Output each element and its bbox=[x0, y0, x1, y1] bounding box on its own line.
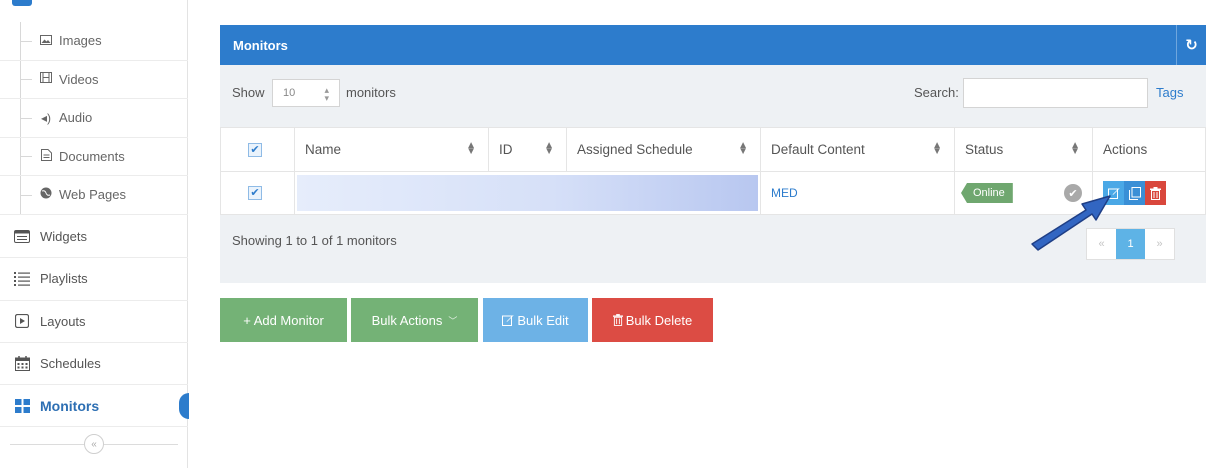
select-arrows-icon: ▴ ▾ bbox=[324, 85, 329, 103]
tags-link[interactable]: Tags bbox=[1156, 85, 1183, 100]
select-all-checkbox[interactable]: ✔ bbox=[248, 142, 262, 157]
next-page-button[interactable]: » bbox=[1145, 229, 1174, 259]
column-header-id[interactable]: ID ▲ ▼ bbox=[488, 127, 567, 172]
button-label: Bulk Edit bbox=[517, 312, 569, 328]
default-content-cell: MED bbox=[760, 171, 955, 215]
sort-icon: ▲ ▼ bbox=[466, 140, 476, 157]
delete-button[interactable] bbox=[1145, 181, 1166, 205]
sidebar-collapse-row: « bbox=[0, 428, 188, 460]
sidebar-item-playlists[interactable]: Playlists bbox=[0, 258, 188, 301]
sidebar-item-label: Playlists bbox=[40, 271, 88, 287]
bulk-edit-button[interactable]: Bulk Edit bbox=[483, 298, 588, 342]
add-monitor-button[interactable]: + Add Monitor bbox=[220, 298, 347, 342]
column-label: ID bbox=[499, 142, 513, 157]
table-header-row: ✔ Name ▲ ▼ ID ▲ ▼ Assigned Schedule ▲ ▼ Def… bbox=[220, 127, 1206, 172]
film-icon bbox=[38, 72, 54, 86]
sidebar-item-videos[interactable]: Videos bbox=[0, 60, 188, 99]
column-header-default-content[interactable]: Default Content ▲ ▼ bbox=[760, 127, 955, 172]
sidebar-item-documents[interactable]: Documents bbox=[0, 137, 188, 176]
refresh-button[interactable]: ↻ bbox=[1176, 25, 1206, 65]
column-label: Status bbox=[965, 142, 1004, 157]
copy-icon bbox=[1128, 186, 1141, 200]
sort-icon: ▲ ▼ bbox=[738, 140, 748, 157]
column-label: Default Content bbox=[771, 142, 865, 157]
layouts-icon bbox=[12, 313, 32, 329]
row-select-cell: ✔ bbox=[220, 171, 295, 215]
sidebar-item-label: Layouts bbox=[40, 313, 86, 329]
grid-icon bbox=[12, 398, 32, 414]
sort-icon: ▲ ▼ bbox=[544, 140, 554, 157]
sidebar-item-audio[interactable]: ◂) Audio bbox=[0, 99, 188, 138]
media-submenu: Images Videos ◂) Audio Documents Web Pag… bbox=[0, 22, 188, 215]
search-input[interactable] bbox=[963, 78, 1148, 108]
sidebar-item-label: Monitors bbox=[40, 397, 100, 414]
monitors-label: monitors bbox=[346, 85, 396, 100]
trash-icon bbox=[1150, 186, 1161, 200]
document-icon bbox=[38, 148, 54, 164]
globe-icon bbox=[38, 187, 54, 202]
sidebar: Images Videos ◂) Audio Documents Web Pag… bbox=[0, 0, 189, 468]
annotation-arrow-icon bbox=[1031, 195, 1111, 251]
sidebar-item-label: Images bbox=[59, 33, 102, 49]
sidebar-item-images[interactable]: Images bbox=[0, 22, 188, 61]
sidebar-item-monitors[interactable]: Monitors bbox=[0, 385, 189, 428]
list-icon bbox=[12, 271, 32, 287]
table-info-text: Showing 1 to 1 of 1 monitors bbox=[232, 233, 397, 248]
sort-icon: ▲ ▼ bbox=[932, 140, 942, 157]
column-header-name[interactable]: Name ▲ ▼ bbox=[294, 127, 489, 172]
chevron-down-icon: ﹀ bbox=[448, 315, 458, 326]
table-controls: Show 10 ▴ ▾ monitors Search: Tags bbox=[220, 65, 1206, 121]
active-indicator bbox=[179, 393, 189, 420]
button-label: Bulk Actions bbox=[371, 312, 443, 328]
row-checkbox[interactable]: ✔ bbox=[248, 186, 262, 200]
trash-icon bbox=[612, 314, 623, 326]
column-label: Name bbox=[305, 142, 342, 157]
calendar-icon bbox=[12, 356, 32, 372]
column-label: Actions bbox=[1103, 142, 1148, 157]
select-all-header: ✔ bbox=[220, 127, 295, 172]
default-content-link[interactable]: MED bbox=[761, 186, 798, 200]
collapse-sidebar-button[interactable]: « bbox=[84, 434, 104, 454]
bulk-delete-button[interactable]: Bulk Delete bbox=[592, 298, 713, 342]
column-label: Assigned Schedule bbox=[577, 142, 693, 157]
panel-title: Monitors bbox=[233, 37, 288, 53]
redacted-name bbox=[297, 175, 758, 211]
sidebar-item-label: Schedules bbox=[40, 356, 101, 372]
column-header-status[interactable]: Status ▲ ▼ bbox=[954, 127, 1093, 172]
column-header-actions: Actions bbox=[1092, 127, 1206, 172]
sidebar-item-label: Audio bbox=[59, 110, 93, 126]
sidebar-item-label: Documents bbox=[59, 148, 125, 164]
button-label: Bulk Delete bbox=[625, 312, 693, 328]
sidebar-item-widgets[interactable]: Widgets bbox=[0, 216, 188, 259]
button-label: + Add Monitor bbox=[243, 312, 324, 328]
status-badge: Online bbox=[961, 183, 1013, 203]
refresh-icon: ↻ bbox=[1185, 37, 1198, 54]
edit-icon bbox=[502, 315, 514, 326]
search-label: Search: bbox=[914, 85, 959, 100]
show-label: Show bbox=[232, 85, 265, 100]
bulk-actions-button[interactable]: Bulk Actions ﹀ bbox=[351, 298, 478, 342]
sidebar-item-label: Widgets bbox=[40, 229, 87, 245]
panel-header: Monitors ↻ bbox=[220, 25, 1206, 65]
page-size-value: 10 bbox=[283, 87, 296, 99]
sort-icon: ▲ ▼ bbox=[1070, 140, 1080, 157]
name-cell bbox=[294, 171, 761, 215]
widgets-icon bbox=[12, 229, 32, 245]
sidebar-item-layouts[interactable]: Layouts bbox=[0, 301, 188, 343]
sidebar-item-web-pages[interactable]: Web Pages bbox=[0, 176, 188, 215]
sidebar-item-schedules[interactable]: Schedules bbox=[0, 343, 188, 386]
column-header-assigned-schedule[interactable]: Assigned Schedule ▲ ▼ bbox=[566, 127, 761, 172]
sidebar-top-indicator bbox=[12, 0, 32, 6]
sidebar-item-label: Videos bbox=[59, 71, 99, 87]
page-size-select[interactable]: 10 ▴ ▾ bbox=[272, 79, 340, 107]
image-icon bbox=[38, 34, 54, 48]
speaker-icon: ◂) bbox=[40, 110, 52, 125]
duplicate-button[interactable] bbox=[1124, 181, 1145, 205]
main-nav: Widgets Playlists Layouts Schedules Moni… bbox=[0, 216, 189, 428]
sidebar-item-label: Web Pages bbox=[59, 187, 126, 203]
